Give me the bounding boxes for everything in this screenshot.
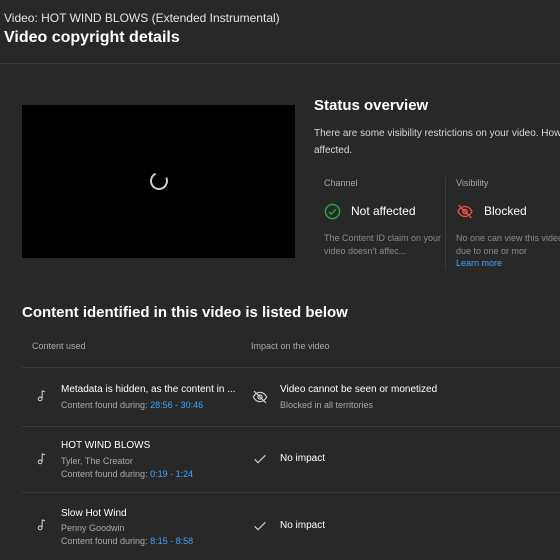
checkmark-icon [254, 521, 266, 531]
check-circle-icon [324, 203, 341, 219]
content-artist: Penny Goodwin [61, 523, 125, 533]
visibility-note: No one can view this video due to one or… [456, 233, 560, 256]
status-description: There are some visibility restrictions o… [314, 128, 560, 156]
visibility-card: Visibility Blocked No one can view this … [446, 177, 560, 270]
content-found-during: Content found during: 8:15 - 8:58 [61, 536, 193, 546]
time-range-link[interactable]: 0:19 - 1:24 [150, 469, 193, 479]
channel-status-text: Not affected [351, 204, 416, 218]
visibility-status-text: Blocked [484, 204, 527, 218]
loading-spinner-icon [147, 169, 171, 193]
impact-text: No impact [280, 520, 326, 531]
page-title: Video copyright details [4, 29, 180, 46]
music-note-icon [37, 453, 46, 465]
video-player[interactable] [22, 105, 295, 258]
status-overview-title: Status overview [314, 97, 429, 114]
impact-subtext: Blocked in all territories [280, 400, 374, 410]
found-label: Content found during: [61, 400, 148, 410]
column-header-content-used: Content used [32, 341, 86, 351]
found-label: Content found during: [61, 469, 148, 479]
content-row[interactable]: Metadata is hidden, as the content in ..… [22, 367, 560, 426]
content-found-during: Content found during: 28:56 - 30:46 [61, 400, 203, 410]
content-row[interactable]: Slow Hot Wind Penny Goodwin Content foun… [22, 492, 560, 560]
content-title: Slow Hot Wind [61, 508, 127, 519]
channel-status: Not affected [324, 202, 445, 220]
time-range-link[interactable]: 8:15 - 8:58 [150, 536, 193, 546]
found-label: Content found during: [61, 536, 148, 546]
music-note-icon [37, 390, 46, 402]
visibility-status: Blocked [456, 202, 560, 220]
content-title: Metadata is hidden, as the content in ..… [61, 384, 236, 395]
visibility-off-icon [252, 390, 268, 404]
visibility-off-icon [457, 204, 473, 218]
content-artist: Tyler, The Creator [61, 456, 133, 466]
content-title: HOT WIND BLOWS [61, 440, 151, 451]
video-title: Video: HOT WIND BLOWS (Extended Instrume… [4, 11, 280, 25]
content-section-title: Content identified in this video is list… [22, 304, 348, 321]
time-range-link[interactable]: 28:56 - 30:46 [150, 400, 203, 410]
music-note-icon [37, 519, 46, 531]
column-header-impact: Impact on the video [251, 341, 330, 351]
learn-more-link[interactable]: Learn more [456, 258, 560, 268]
impact-text: Video cannot be seen or monetized [280, 384, 438, 395]
visibility-label: Visibility [456, 178, 489, 188]
content-found-during: Content found during: 0:19 - 1:24 [61, 469, 193, 479]
channel-label: Channel [324, 178, 358, 188]
channel-card: Channel Not affected The Content ID clai… [314, 177, 446, 270]
content-row[interactable]: HOT WIND BLOWS Tyler, The Creator Conten… [22, 426, 560, 492]
impact-text: No impact [280, 453, 326, 464]
channel-note: The Content ID claim on your video doesn… [324, 233, 442, 256]
page-header: Video: HOT WIND BLOWS (Extended Instrume… [0, 0, 560, 64]
checkmark-icon [254, 454, 266, 464]
